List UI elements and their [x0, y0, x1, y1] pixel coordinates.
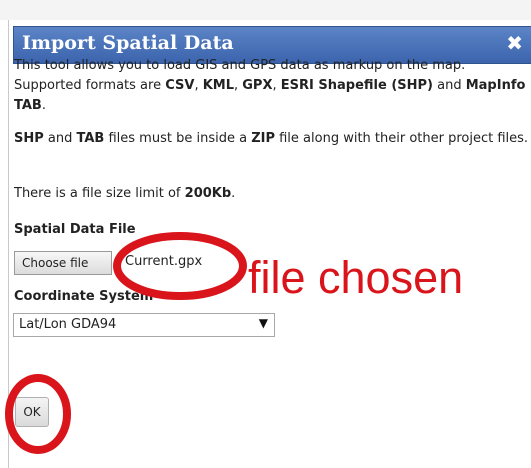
coordinate-system-label: Coordinate System	[14, 289, 154, 304]
annotation-text: file chosen	[248, 252, 464, 303]
browser-top-strip	[0, 0, 531, 20]
spatial-data-file-label: Spatial Data File	[14, 222, 136, 237]
dialog-title: Import Spatial Data	[22, 32, 234, 54]
chosen-file-name: Current.gpx	[125, 254, 203, 269]
choose-file-button[interactable]: Choose file	[14, 251, 112, 275]
size-limit-paragraph: There is a file size limit of 200Kb.	[14, 186, 236, 201]
coordinate-system-value: Lat/Lon GDA94	[19, 317, 117, 332]
dropdown-arrow-icon: ▼	[258, 316, 268, 330]
coordinate-system-select[interactable]: Lat/Lon GDA94 ▼	[13, 313, 275, 337]
intro-paragraph: This tool allows you to load GIS and GPS…	[14, 58, 526, 113]
zip-paragraph: SHP and TAB files must be inside a ZIP f…	[14, 131, 529, 146]
ok-button[interactable]: OK	[15, 397, 49, 427]
close-icon[interactable]: ✖	[506, 31, 523, 55]
